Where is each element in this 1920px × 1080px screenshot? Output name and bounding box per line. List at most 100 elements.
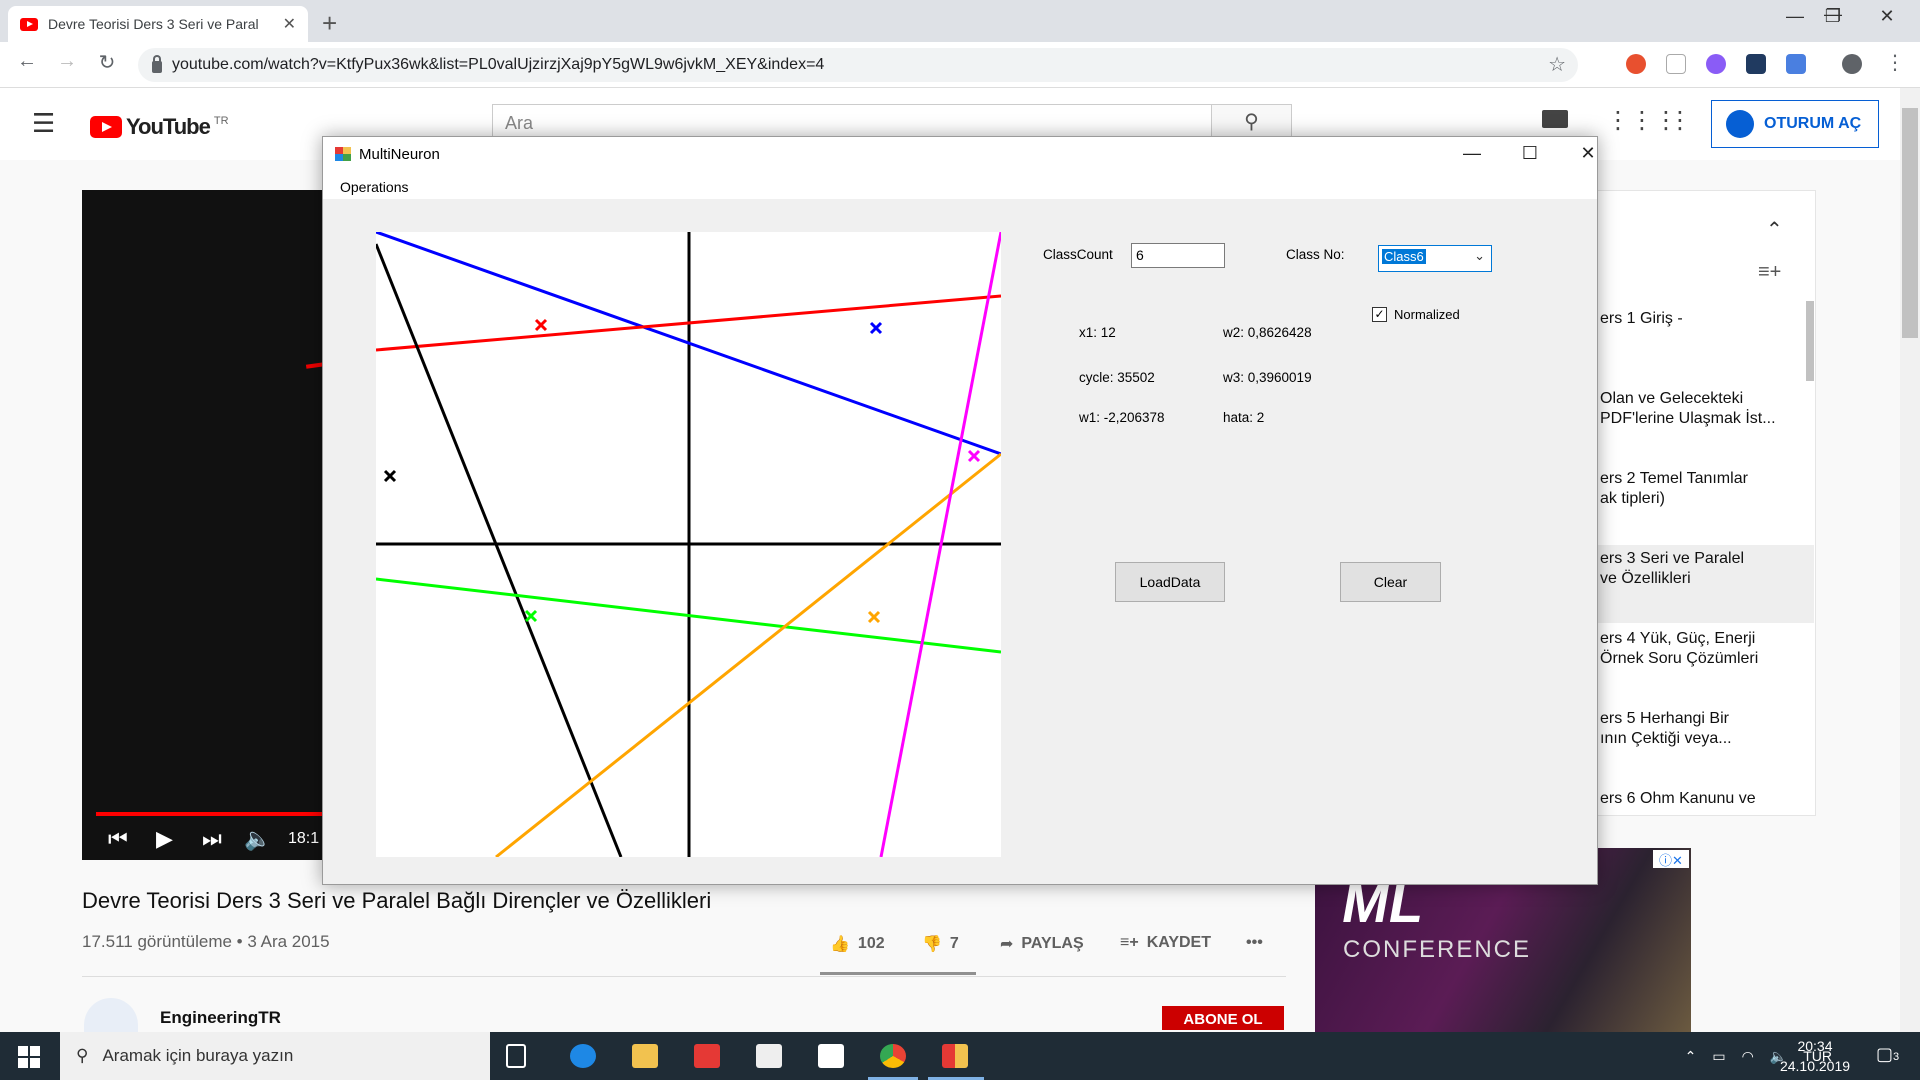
subscribe-button[interactable]: ABONE OL [1162, 1006, 1284, 1030]
error-value: hata: 2 [1223, 410, 1265, 425]
reload-button[interactable]: ↻ [92, 50, 122, 75]
normalized-label: Normalized [1394, 307, 1460, 322]
like-button[interactable]: 👍 102 [830, 934, 885, 954]
page-scrollbar[interactable] [1900, 88, 1920, 1032]
gift-app-icon[interactable] [694, 1044, 720, 1068]
playlist-item-title-2: PDF'lerine Ulaşmak İst... [1600, 410, 1776, 427]
search-icon: ⚲ [76, 1046, 89, 1065]
notification-icon[interactable]: ▢3 [1876, 1044, 1899, 1065]
data-point-5 [524, 609, 538, 623]
playlist-item-title-2: ının Çektiği veya... [1600, 730, 1732, 747]
data-point-2 [869, 321, 883, 335]
normalized-checkbox[interactable]: ✓ [1372, 307, 1387, 322]
collapse-chevron-icon[interactable]: ⌃ [1766, 217, 1783, 242]
youtube-logo[interactable]: YouTube TR [90, 114, 229, 140]
clock[interactable]: 20:34 24.10.2019 [1770, 1036, 1860, 1076]
menu-operations[interactable]: Operations [340, 179, 408, 195]
extension-icon-1[interactable] [1626, 54, 1646, 74]
cycle-value: cycle: 35502 [1079, 370, 1155, 385]
edge-icon[interactable] [570, 1044, 596, 1068]
more-actions-button[interactable]: ••• [1246, 934, 1263, 952]
chrome-icon[interactable] [880, 1044, 906, 1068]
video-progress-bar[interactable] [96, 812, 326, 816]
extension-icon-4[interactable] [1746, 54, 1766, 74]
bookmark-star-icon[interactable]: ☆ [1548, 52, 1566, 77]
wifi-icon[interactable]: ◠ [1742, 1048, 1754, 1065]
data-point-1 [534, 318, 548, 332]
extension-icon-2[interactable] [1666, 54, 1686, 74]
playlist-add-icon[interactable]: ≡+ [1758, 261, 1781, 284]
app-maximize-button[interactable]: ☐ [1507, 143, 1553, 164]
app-minimize-button[interactable]: — [1449, 143, 1495, 164]
share-icon: ➦ [1000, 936, 1014, 953]
settings-menu-icon[interactable]: ⋮ [1668, 106, 1692, 135]
playlist-item-title: ers 5 Herhangi Bir [1600, 710, 1729, 727]
search-icon[interactable]: ⚲ [1211, 105, 1291, 139]
decision-line-5 [495, 452, 1002, 859]
ad-text: CONFERENCE [1343, 936, 1532, 963]
plot-canvas[interactable] [374, 230, 1003, 859]
dislike-button[interactable]: 👎 7 [922, 934, 959, 954]
app-close-button[interactable]: ✕ [1565, 143, 1611, 164]
forward-button[interactable]: → [52, 50, 82, 73]
playlist-item-title-2: Örnek Soru Çözümleri [1600, 650, 1759, 667]
load-data-button[interactable]: LoadData [1115, 562, 1225, 602]
page-scrollbar-thumb[interactable] [1902, 108, 1918, 338]
back-button[interactable]: ← [12, 50, 42, 73]
share-button[interactable]: ➦ PAYLAŞ [1000, 934, 1084, 954]
video-time: 18:1 [288, 830, 320, 847]
volume-icon[interactable]: 🔈 [244, 826, 271, 852]
taskbar-search[interactable]: ⚲ Aramak için buraya yazın [60, 1032, 490, 1080]
playlist-item[interactable]: ers 4 Yük, Güç, Enerji Örnek Soru Çözümle… [1598, 629, 1814, 689]
tray-chevron-icon[interactable]: ⌃ [1685, 1048, 1697, 1065]
video-title: Devre Teorisi Ders 3 Seri ve Paralel Bağ… [82, 888, 712, 913]
windows-start-icon[interactable] [18, 1046, 40, 1068]
task-view-icon[interactable] [506, 1044, 526, 1068]
ad-close-icon[interactable]: ⓘ✕ [1653, 850, 1689, 868]
like-ratio-bar [820, 972, 976, 975]
windows-taskbar: ⚲ Aramak için buraya yazın ⌃ ▭ ◠ 🔈 TUR 2… [0, 1032, 1920, 1080]
playlist-item[interactable]: ers 1 Giriş - [1598, 309, 1814, 369]
previous-icon[interactable]: ⏮ [108, 826, 128, 852]
chrome-menu-icon[interactable]: ⋮ [1880, 50, 1910, 75]
tab-close-icon[interactable]: ✕ [283, 14, 296, 34]
save-button[interactable]: ≡+ KAYDET [1120, 934, 1211, 952]
playlist-item[interactable]: Olan ve Gelecekteki PDF'lerine Ulaşmak İs… [1598, 389, 1814, 449]
class-count-input[interactable]: 6 [1131, 243, 1225, 268]
browser-maximize-button[interactable]: ❐ [1810, 6, 1856, 27]
youtube-play-icon [90, 116, 122, 138]
channel-name[interactable]: EngineeringTR [160, 1008, 281, 1028]
browser-close-button[interactable]: ✕ [1864, 6, 1910, 27]
profile-icon[interactable] [1842, 54, 1862, 74]
dislike-count: 7 [949, 935, 959, 952]
clear-button[interactable]: Clear [1340, 562, 1441, 602]
new-tab-button[interactable]: + [322, 8, 337, 39]
sign-in-button[interactable]: OTURUM AÇ [1711, 100, 1879, 148]
playlist-item[interactable]: ers 5 Herhangi Bir ının Çektiği veya... [1598, 709, 1814, 769]
hamburger-menu-icon[interactable]: ☰ [32, 108, 55, 139]
next-icon[interactable]: ⏭ [202, 826, 222, 852]
playlist-item-current[interactable]: ers 3 Seri ve Paralel ve Özellikleri [1598, 545, 1814, 623]
multineuron-taskbar-icon[interactable] [942, 1044, 968, 1068]
extension-icon-3[interactable] [1706, 54, 1726, 74]
class-no-select[interactable]: Class6 ⌄ [1378, 245, 1492, 272]
playlist-item-title-2: ve Özellikleri [1600, 570, 1691, 587]
browser-tab[interactable]: Devre Teorisi Ders 3 Seri ve Paral ✕ [8, 6, 308, 42]
search-input[interactable]: Ara [493, 105, 1211, 139]
mail-icon[interactable] [756, 1044, 782, 1068]
create-video-icon[interactable] [1542, 110, 1568, 128]
address-bar[interactable]: youtube.com/watch?v=KtfyPux36wk&list=PL0… [138, 48, 1578, 82]
play-icon[interactable]: ▶ [156, 826, 173, 852]
store-icon[interactable] [818, 1044, 844, 1068]
chevron-down-icon: ⌄ [1474, 248, 1485, 263]
youtube-search-box[interactable]: Ara ⚲ [492, 104, 1292, 140]
translate-icon[interactable] [1786, 54, 1806, 74]
battery-icon[interactable]: ▭ [1712, 1048, 1725, 1065]
file-explorer-icon[interactable] [632, 1044, 658, 1068]
lock-icon [152, 54, 162, 73]
playlist-item[interactable]: ers 2 Temel Tanımlar ak tipleri) [1598, 469, 1814, 529]
taskbar-search-placeholder: Aramak için buraya yazın [102, 1046, 294, 1065]
playlist-add-icon: ≡+ [1120, 934, 1139, 951]
playlist-item[interactable]: ers 6 Ohm Kanunu ve [1598, 789, 1814, 815]
app-titlebar[interactable]: MultiNeuron — ☐ ✕ [323, 137, 1597, 171]
